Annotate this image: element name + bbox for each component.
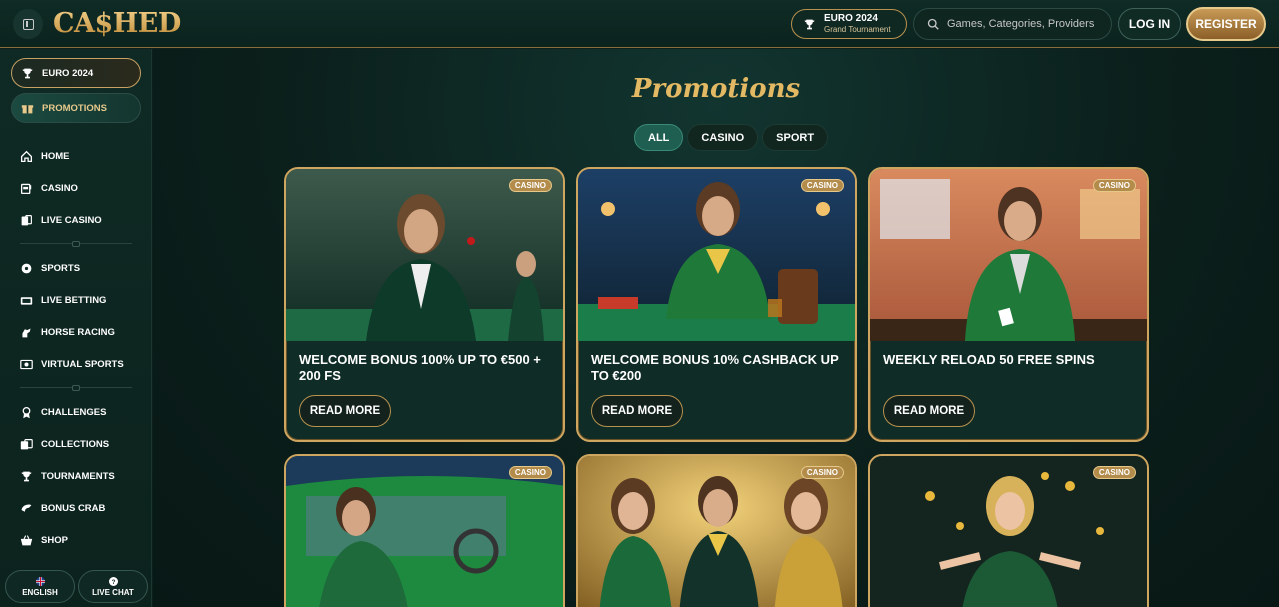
slot-machine-icon xyxy=(20,183,32,194)
svg-text:?: ? xyxy=(111,579,115,586)
sidebar-item-label: LIVE CASINO xyxy=(41,214,102,226)
sidebar-item-label: SPORTS xyxy=(41,262,81,274)
promo-card[interactable]: CASINO WEEKLY RELOAD 50 FREE SPINS READ … xyxy=(868,167,1149,442)
sidebar-item-bonus-crab[interactable]: BONUS CRAB xyxy=(20,500,105,516)
medal-icon xyxy=(22,406,31,418)
sidebar-item-collections[interactable]: COLLECTIONS xyxy=(20,436,109,452)
search-icon xyxy=(927,18,939,30)
read-more-button[interactable]: READ MORE xyxy=(591,395,683,427)
sidebar-item-shop[interactable]: SHOP xyxy=(20,532,68,548)
sidebar-item-label: HOME xyxy=(41,150,70,162)
top-header: CA$HED EURO 2024 Grand Tournament LOG IN… xyxy=(0,0,1279,48)
sidebar-item-label: TOURNAMENTS xyxy=(41,470,115,482)
promo-card[interactable]: CASINO xyxy=(284,454,565,607)
register-button[interactable]: REGISTER xyxy=(1186,7,1266,41)
sidebar-item-label: SHOP xyxy=(41,534,68,546)
horse-icon xyxy=(22,327,31,337)
category-badge: CASINO xyxy=(508,466,552,479)
sidebar-item-label: CHALLENGES xyxy=(41,406,107,418)
site-logo[interactable]: CA$HED xyxy=(53,8,181,39)
language-button[interactable]: ENGLISH xyxy=(5,570,75,603)
category-badge: CASINO xyxy=(1092,179,1136,192)
tournament-title: EURO 2024 xyxy=(824,13,878,24)
promo-title: WELCOME BONUS 100% UP TO €500 + 200 FS xyxy=(299,352,541,383)
sidebar-item-virtual-sports[interactable]: VIRTUAL SPORTS xyxy=(20,356,124,372)
search-box[interactable] xyxy=(913,8,1112,40)
sidebar-item-label: COLLECTIONS xyxy=(41,438,110,450)
promo-image xyxy=(578,169,855,341)
promo-card[interactable]: CASINO WELCOME BONUS 10% CASHBACK UP TO … xyxy=(576,167,857,442)
trophy-icon xyxy=(22,68,33,78)
tab-sport[interactable]: SPORT xyxy=(762,124,829,151)
home-icon xyxy=(20,150,33,162)
promo-card[interactable]: CASINO WELCOME BONUS 100% UP TO €500 + 2… xyxy=(284,167,565,442)
promo-image xyxy=(870,169,1147,341)
sidebar-item-casino[interactable]: CASINO xyxy=(20,180,78,196)
virtual-icon xyxy=(20,359,33,369)
sidebar-item-label: HORSE RACING xyxy=(41,326,115,338)
tournament-subtitle: Grand Tournament xyxy=(824,25,891,34)
sidebar: EURO 2024 PROMOTIONS HOME CASINO LIVE CA… xyxy=(0,49,152,607)
page-title: Promotions xyxy=(631,74,801,104)
read-more-button[interactable]: READ MORE xyxy=(299,395,391,427)
category-badge: CASINO xyxy=(800,466,844,479)
basket-icon xyxy=(20,534,33,545)
sidebar-item-label: VIRTUAL SPORTS xyxy=(41,358,124,370)
trophy-icon xyxy=(804,19,815,29)
sidebar-item-label: EURO 2024 xyxy=(42,67,94,79)
sidebar-item-label: BONUS CRAB xyxy=(41,502,106,514)
euro-2024-tournament-button[interactable]: EURO 2024 Grand Tournament xyxy=(791,9,907,39)
sidebar-toggle-button[interactable] xyxy=(13,9,43,39)
search-input[interactable] xyxy=(947,18,1107,30)
help-icon: ? xyxy=(108,576,118,586)
promo-title: WEEKLY RELOAD 50 FREE SPINS xyxy=(883,352,1095,367)
tab-casino[interactable]: CASINO xyxy=(687,124,759,151)
live-icon xyxy=(20,296,33,305)
sidebar-divider xyxy=(20,241,132,247)
main-content: Promotions ALL CASINO SPORT CASINO WELCO… xyxy=(153,49,1279,607)
promo-card[interactable]: CASINO xyxy=(868,454,1149,607)
ball-icon xyxy=(21,263,32,273)
cards-icon xyxy=(21,214,32,225)
sidebar-divider xyxy=(20,385,132,391)
sidebar-item-live-casino[interactable]: LIVE CASINO xyxy=(20,212,102,228)
sidebar-item-challenges[interactable]: CHALLENGES xyxy=(20,404,106,420)
uk-flag-icon xyxy=(35,576,45,586)
sidebar-item-sports[interactable]: SPORTS xyxy=(20,260,80,276)
category-badge: CASINO xyxy=(1092,466,1136,479)
sidebar-item-label: PROMOTIONS xyxy=(42,102,107,114)
live-chat-button[interactable]: ? LIVE CHAT xyxy=(78,570,148,603)
sidebar-item-promotions[interactable]: PROMOTIONS xyxy=(11,93,141,123)
promo-title: WELCOME BONUS 10% CASHBACK UP TO €200 xyxy=(591,352,839,383)
category-badge: CASINO xyxy=(800,179,844,192)
sidebar-item-tournaments[interactable]: TOURNAMENTS xyxy=(20,468,115,484)
sidebar-item-live-betting[interactable]: LIVE BETTING xyxy=(20,292,106,308)
crab-icon xyxy=(21,503,32,512)
live-chat-label: LIVE CHAT xyxy=(92,587,134,597)
sidebar-item-home[interactable]: HOME xyxy=(20,148,70,164)
tab-all[interactable]: ALL xyxy=(634,124,684,151)
promo-image xyxy=(286,169,563,341)
collection-icon xyxy=(20,438,33,449)
sidebar-item-horse-racing[interactable]: HORSE RACING xyxy=(20,324,115,340)
trophy-icon xyxy=(21,471,32,481)
sidebar-item-euro-2024[interactable]: EURO 2024 xyxy=(11,58,141,88)
category-badge: CASINO xyxy=(508,179,552,192)
sidebar-toggle-icon xyxy=(22,18,34,30)
login-button[interactable]: LOG IN xyxy=(1118,8,1181,40)
sidebar-item-label: LIVE BETTING xyxy=(41,294,107,306)
promo-filter-tabs: ALL CASINO SPORT xyxy=(634,124,829,151)
gift-icon xyxy=(21,104,34,113)
promo-card[interactable]: CASINO xyxy=(576,454,857,607)
read-more-button[interactable]: READ MORE xyxy=(883,395,975,427)
language-label: ENGLISH xyxy=(22,587,58,597)
sidebar-item-label: CASINO xyxy=(41,182,78,194)
